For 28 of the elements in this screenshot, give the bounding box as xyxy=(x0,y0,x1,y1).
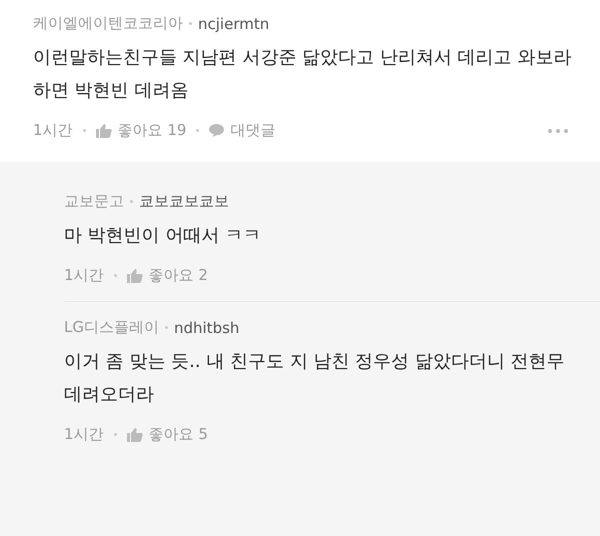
timestamp: 1시간 xyxy=(33,121,73,140)
like-button[interactable]: 좋아요 2 xyxy=(126,266,208,285)
separator-icon xyxy=(114,274,117,277)
like-button[interactable]: 좋아요 5 xyxy=(126,425,208,444)
author-name[interactable]: 쿄보쿄보쿄보 xyxy=(139,192,229,211)
author-affiliation: 교보문고 xyxy=(64,192,124,211)
author-affiliation: LG디스플레이 xyxy=(64,318,159,337)
timestamp: 1시간 xyxy=(64,425,104,444)
author-name[interactable]: ncjiermtn xyxy=(198,14,270,32)
separator-icon xyxy=(114,433,117,436)
thumbs-up-icon xyxy=(96,124,112,138)
like-button[interactable]: 좋아요 19 xyxy=(96,121,186,140)
more-options-icon[interactable] xyxy=(548,128,568,132)
separator-icon xyxy=(189,22,192,25)
separator-icon xyxy=(164,326,168,329)
separator-icon xyxy=(82,129,86,132)
author-name[interactable]: ndhitbsh xyxy=(174,318,240,336)
separator-icon xyxy=(196,129,200,132)
thumbs-up-icon xyxy=(126,268,143,282)
separator-icon xyxy=(130,200,133,203)
reply-button[interactable]: 대댓글 xyxy=(209,121,276,140)
thumbs-up-icon xyxy=(126,428,143,442)
speech-bubble-icon xyxy=(209,124,224,137)
timestamp: 1시간 xyxy=(64,266,104,285)
author-affiliation: 케이엘에이텐코코리아 xyxy=(33,14,183,33)
comment-text: 마 박현빈이 어때서 ㅋㅋ xyxy=(64,224,262,248)
comment-text: 이거 좀 맞는 듯.. 내 친구도 지 남친 정우성 닮았다더니 전현무 데려오더라 xyxy=(64,350,566,407)
comment-text: 이런말하는친구들 지남편 서강준 닮았다고 난리쳐서 데리고 와보라하면 박현빈 데려옴 xyxy=(33,46,572,103)
